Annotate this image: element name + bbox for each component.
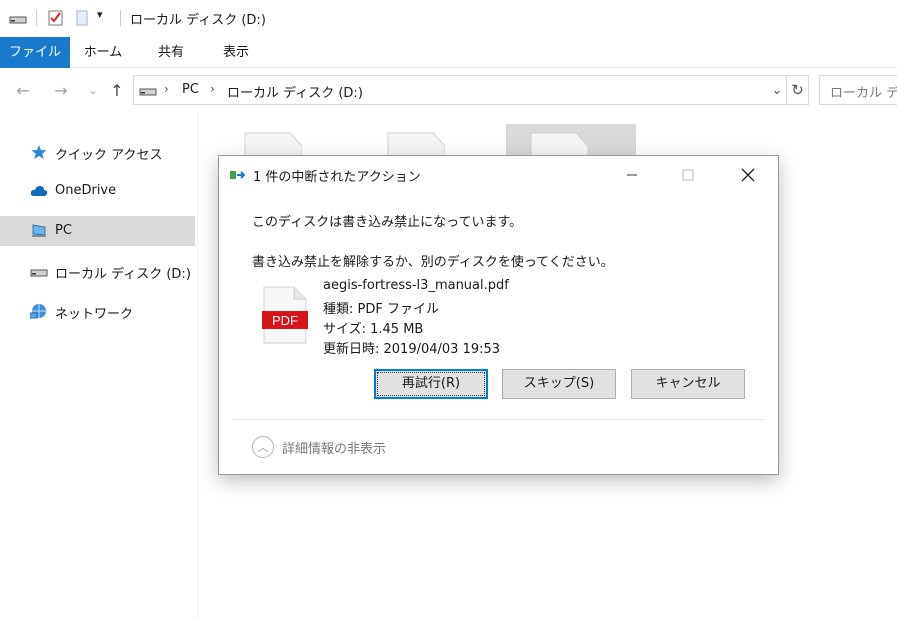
dialog-message-secondary: 書き込み禁止を解除するか、別のディスクを使ってください。 xyxy=(252,255,614,270)
pdf-icon-label: PDF xyxy=(272,313,298,328)
close-button[interactable] xyxy=(725,160,771,190)
tab-file[interactable]: ファイル xyxy=(0,37,70,68)
skip-button[interactable]: スキップ(S) xyxy=(502,369,616,399)
nav-item-network[interactable]: ネットワーク xyxy=(0,296,195,326)
file-type: 種類: PDF ファイル xyxy=(323,302,439,317)
ribbon-tabs: ファイル ホーム 共有 表示 xyxy=(0,37,897,68)
interrupted-action-dialog: 1 件の中断されたアクション このディスクは書き込み禁止になっています。 書き込… xyxy=(218,155,779,475)
pdf-file-icon: PDF xyxy=(262,286,308,344)
separator xyxy=(36,10,37,26)
file-transfer-icon xyxy=(230,171,246,179)
nav-item-label: ネットワーク xyxy=(55,307,134,322)
address-dropdown-chevron-icon[interactable]: ⌄ xyxy=(768,75,786,105)
customize-qat-dropdown-icon[interactable]: ▾ xyxy=(97,8,103,21)
back-arrow-icon[interactable]: ← xyxy=(12,79,34,101)
nav-item-local-disk[interactable]: ローカル ディスク (D:) xyxy=(0,256,195,286)
address-bar[interactable]: › PC › ローカル ディスク (D:) xyxy=(133,75,787,105)
breadcrumb-chevron-icon[interactable]: › xyxy=(210,82,215,96)
dialog-message-primary: このディスクは書き込み禁止になっています。 xyxy=(252,215,523,230)
file-name: aegis-fortress-l3_manual.pdf xyxy=(323,278,509,293)
tab-home[interactable]: ホーム xyxy=(72,37,134,68)
separator xyxy=(120,10,121,26)
network-icon xyxy=(30,304,46,319)
search-input[interactable]: ローカル ディ xyxy=(819,75,897,105)
tab-view[interactable]: 表示 xyxy=(206,37,266,68)
nav-item-label: ローカル ディスク (D:) xyxy=(55,267,191,282)
details-toggle-label: 詳細情報の非表示 xyxy=(282,441,387,457)
file-modified: 更新日時: 2019/04/03 19:53 xyxy=(323,342,501,357)
drive-icon[interactable] xyxy=(8,13,28,25)
computer-icon xyxy=(32,224,46,237)
dialog-title: 1 件の中断されたアクション xyxy=(253,170,421,185)
retry-button[interactable]: 再試行(R) xyxy=(374,369,488,399)
drive-icon xyxy=(30,269,48,277)
chevron-up-icon: ︿ xyxy=(252,436,274,458)
properties-check-icon[interactable] xyxy=(47,9,65,27)
minimize-button[interactable] xyxy=(609,160,655,190)
drive-icon xyxy=(139,88,157,96)
dialog-divider xyxy=(233,419,763,420)
nav-item-label: PC xyxy=(55,223,72,238)
cloud-icon xyxy=(30,186,48,196)
navigation-bar: ← → ⌄ ↑ › PC › ローカル ディスク (D:) ⌄ ↻ ローカル デ… xyxy=(0,69,897,111)
refresh-icon[interactable]: ↻ xyxy=(787,75,809,105)
nav-item-onedrive[interactable]: OneDrive xyxy=(0,176,195,206)
maximize-button xyxy=(665,160,711,190)
recent-locations-chevron-icon[interactable]: ⌄ xyxy=(82,79,104,101)
maximize-icon xyxy=(682,169,694,181)
nav-item-quick-access[interactable]: クイック アクセス xyxy=(0,137,195,167)
new-folder-icon[interactable] xyxy=(74,9,90,27)
nav-item-label: OneDrive xyxy=(55,183,117,198)
minimize-icon xyxy=(627,174,637,176)
navigation-pane: クイック アクセス OneDrive PC ローカル ディスク (D:) ネット… xyxy=(0,111,198,619)
breadcrumb-local-disk[interactable]: ローカル ディスク (D:) xyxy=(227,82,363,101)
title-bar: ▾ ローカル ディスク (D:) xyxy=(0,0,897,36)
details-toggle[interactable]: ︿ 詳細情報の非表示 xyxy=(252,436,386,458)
breadcrumb-chevron-icon[interactable]: › xyxy=(164,82,169,96)
forward-arrow-icon[interactable]: → xyxy=(50,79,72,101)
up-arrow-icon[interactable]: ↑ xyxy=(106,79,128,101)
window-title: ローカル ディスク (D:) xyxy=(130,13,266,28)
breadcrumb-pc[interactable]: PC xyxy=(182,82,199,97)
file-size: サイズ: 1.45 MB xyxy=(323,322,424,337)
nav-item-label: クイック アクセス xyxy=(55,148,163,163)
nav-item-pc[interactable]: PC xyxy=(0,216,195,246)
cancel-button[interactable]: キャンセル xyxy=(631,369,745,399)
star-icon xyxy=(31,145,47,159)
close-icon xyxy=(741,168,755,182)
tab-share[interactable]: 共有 xyxy=(142,37,200,68)
retry-button-label: 再試行(R) xyxy=(377,372,485,396)
